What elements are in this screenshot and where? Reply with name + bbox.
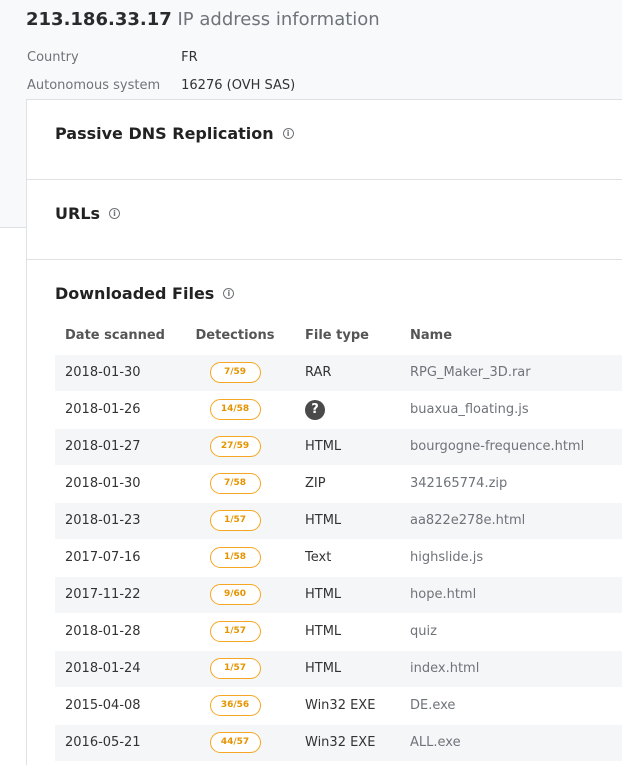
ip-header: 213.186.33.17 IP address information Cou… xyxy=(0,0,622,100)
as-label: Autonomous system xyxy=(27,78,161,93)
table-row[interactable]: 2018-01-30 7/59 RAR RPG_Maker_3D.rar xyxy=(55,353,622,391)
side-background xyxy=(0,0,26,228)
question-icon: ? xyxy=(305,399,325,420)
file-name-cell[interactable]: aa822e278e.html xyxy=(400,501,622,539)
downloaded-files-table: Date scanned Detections File type Name 2… xyxy=(55,318,622,761)
table-header-row: Date scanned Detections File type Name xyxy=(55,318,622,354)
date-scanned-cell: 2018-01-26 xyxy=(55,390,190,428)
page-subtitle: IP address information xyxy=(177,9,380,30)
table-row[interactable]: 2015-04-08 36/56 Win32 EXE DE.exe xyxy=(55,686,622,724)
file-type-cell: Text xyxy=(280,538,400,576)
file-type-cell: Win32 EXE xyxy=(280,686,400,724)
downloaded-files-label: Downloaded Files xyxy=(55,284,215,303)
as-row: Autonomous system 16276 (OVH SAS) xyxy=(27,78,295,93)
divider xyxy=(0,227,26,228)
file-name-cell[interactable]: highslide.js xyxy=(400,538,622,576)
info-icon[interactable]: i xyxy=(282,128,294,139)
date-scanned-cell: 2018-01-30 xyxy=(55,353,190,391)
date-scanned-cell: 2018-01-27 xyxy=(55,427,190,465)
country-label: Country xyxy=(27,50,79,65)
file-name-cell[interactable]: DE.exe xyxy=(400,686,622,724)
file-type-cell: RAR xyxy=(280,353,400,391)
detections-cell: 7/58 xyxy=(190,464,280,502)
detections-cell: 36/56 xyxy=(190,686,280,724)
date-scanned-cell: 2016-05-21 xyxy=(55,723,190,761)
details-card: Passive DNS Replication i URLs i Downloa… xyxy=(26,99,622,765)
section-passive-dns[interactable]: Passive DNS Replication i xyxy=(27,100,622,180)
detections-badge[interactable]: 44/57 xyxy=(209,732,261,754)
file-type-cell: HTML xyxy=(280,649,400,687)
country-value: FR xyxy=(181,50,198,65)
file-type-cell: ? xyxy=(280,390,400,428)
date-scanned-cell: 2015-04-08 xyxy=(55,686,190,724)
file-name-cell[interactable]: hope.html xyxy=(400,575,622,613)
detections-badge[interactable]: 1/57 xyxy=(209,621,261,642)
country-row: Country FR xyxy=(27,50,198,65)
column-header-file-type[interactable]: File type xyxy=(280,318,400,354)
section-title-downloaded-files[interactable]: Downloaded Files i xyxy=(55,284,235,303)
section-title-urls[interactable]: URLs i xyxy=(55,204,121,223)
table-row[interactable]: 2018-01-27 27/59 HTML bourgogne-frequence.h… xyxy=(55,427,622,465)
column-header-date[interactable]: Date scanned xyxy=(55,318,190,354)
detections-cell: 44/57 xyxy=(190,723,280,761)
detections-cell: 1/58 xyxy=(190,538,280,576)
file-type-cell: ZIP xyxy=(280,464,400,502)
as-value: 16276 (OVH SAS) xyxy=(181,78,296,93)
ip-address: 213.186.33.17 xyxy=(26,9,172,30)
detections-badge[interactable]: 1/57 xyxy=(209,510,261,531)
table-row[interactable]: 2017-11-22 9/60 HTML hope.html xyxy=(55,575,622,613)
file-type-cell: HTML xyxy=(280,501,400,539)
file-name-cell[interactable]: bourgogne-frequence.html xyxy=(400,427,622,465)
table-row[interactable]: 2018-01-24 1/57 HTML index.html xyxy=(55,649,622,687)
detections-badge[interactable]: 36/56 xyxy=(209,695,261,716)
file-name-cell[interactable]: RPG_Maker_3D.rar xyxy=(400,353,622,391)
info-icon[interactable]: i xyxy=(223,288,235,299)
detections-badge[interactable]: 1/58 xyxy=(209,547,261,568)
detections-cell: 7/59 xyxy=(190,353,280,391)
detections-cell: 1/57 xyxy=(190,501,280,539)
column-header-detections[interactable]: Detections xyxy=(190,318,280,354)
date-scanned-cell: 2018-01-24 xyxy=(55,649,190,687)
table-row[interactable]: 2016-05-21 44/57 Win32 EXE ALL.exe xyxy=(55,723,622,761)
page-title: 213.186.33.17 IP address information xyxy=(26,9,380,30)
passive-dns-label: Passive DNS Replication xyxy=(55,124,274,143)
date-scanned-cell: 2018-01-28 xyxy=(55,612,190,650)
detections-badge[interactable]: 14/58 xyxy=(209,399,261,420)
column-header-name[interactable]: Name xyxy=(400,318,622,354)
table-row[interactable]: 2018-01-28 1/57 HTML quiz xyxy=(55,612,622,650)
urls-label: URLs xyxy=(55,204,101,223)
detections-cell: 27/59 xyxy=(190,427,280,465)
file-type-cell: HTML xyxy=(280,612,400,650)
section-urls[interactable]: URLs i xyxy=(27,180,622,260)
info-icon[interactable]: i xyxy=(109,208,121,219)
file-name-cell[interactable]: quiz xyxy=(400,612,622,650)
detections-badge[interactable]: 1/57 xyxy=(209,658,261,679)
date-scanned-cell: 2018-01-23 xyxy=(55,501,190,539)
table-row[interactable]: 2018-01-23 1/57 HTML aa822e278e.html xyxy=(55,501,622,539)
file-name-cell[interactable]: ALL.exe xyxy=(400,723,622,761)
detections-badge[interactable]: 27/59 xyxy=(209,436,261,457)
date-scanned-cell: 2018-01-30 xyxy=(55,464,190,502)
file-name-cell[interactable]: index.html xyxy=(400,649,622,687)
file-name-cell[interactable]: buaxua_floating.js xyxy=(400,390,622,428)
file-type-cell: HTML xyxy=(280,427,400,465)
detections-cell: 9/60 xyxy=(190,575,280,613)
file-type-cell: HTML xyxy=(280,575,400,613)
file-name-cell[interactable]: 342165774.zip xyxy=(400,464,622,502)
detections-cell: 14/58 xyxy=(190,390,280,428)
detections-badge[interactable]: 7/58 xyxy=(209,473,261,494)
section-title-passive-dns[interactable]: Passive DNS Replication i xyxy=(55,124,294,143)
file-type-cell: Win32 EXE xyxy=(280,723,400,761)
date-scanned-cell: 2017-11-22 xyxy=(55,575,190,613)
table-row[interactable]: 2018-01-26 14/58? buaxua_floating.js xyxy=(55,390,622,428)
detections-badge[interactable]: 9/60 xyxy=(209,584,261,605)
detections-cell: 1/57 xyxy=(190,649,280,687)
detections-badge[interactable]: 7/59 xyxy=(209,362,261,383)
detections-cell: 1/57 xyxy=(190,612,280,650)
date-scanned-cell: 2017-07-16 xyxy=(55,538,190,576)
table-row[interactable]: 2018-01-30 7/58 ZIP 342165774.zip xyxy=(55,464,622,502)
table-row[interactable]: 2017-07-16 1/58 Text highslide.js xyxy=(55,538,622,576)
